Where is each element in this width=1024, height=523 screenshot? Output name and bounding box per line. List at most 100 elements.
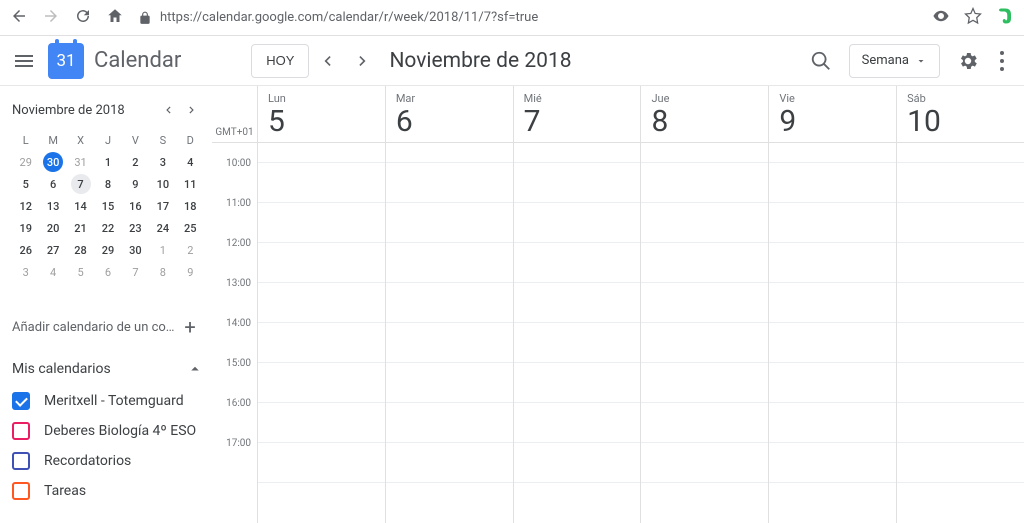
mini-calendar-title: Noviembre de 2018 bbox=[12, 103, 156, 118]
calendar-checkbox[interactable] bbox=[12, 422, 30, 440]
calendar-checkbox[interactable] bbox=[12, 482, 30, 500]
mini-day[interactable]: 9 bbox=[122, 173, 149, 195]
day-column[interactable] bbox=[514, 143, 642, 523]
calendar-checkbox[interactable] bbox=[12, 392, 30, 410]
mini-day[interactable]: 1 bbox=[149, 239, 176, 261]
day-header[interactable]: Mié7 bbox=[514, 86, 642, 142]
calendar-item[interactable]: Tareas bbox=[12, 476, 204, 506]
mini-day[interactable]: 6 bbox=[94, 261, 121, 283]
add-calendar-label: Añadir calendario de un co… bbox=[12, 320, 176, 335]
app-title: Calendar bbox=[94, 48, 181, 73]
mini-day[interactable]: 16 bbox=[122, 195, 149, 217]
mini-day[interactable]: 11 bbox=[177, 173, 204, 195]
mini-day[interactable]: 2 bbox=[122, 151, 149, 173]
mini-day[interactable]: 27 bbox=[39, 239, 66, 261]
mini-day[interactable]: 2 bbox=[177, 239, 204, 261]
week-grid[interactable]: 10:0011:0012:0013:0014:0015:0016:0017:00 bbox=[212, 143, 1024, 523]
mini-day[interactable]: 14 bbox=[67, 195, 94, 217]
day-header[interactable]: Mar6 bbox=[386, 86, 514, 142]
week-view: GMT+01 Lun5Mar6Mié7Jue8Vie9Sáb10 10:0011… bbox=[212, 86, 1024, 523]
mini-day[interactable]: 18 bbox=[177, 195, 204, 217]
day-header[interactable]: Lun5 bbox=[258, 86, 386, 142]
mini-day[interactable]: 29 bbox=[12, 151, 39, 173]
browser-url-bar[interactable]: https://calendar.google.com/calendar/r/w… bbox=[138, 10, 918, 25]
day-column[interactable] bbox=[769, 143, 897, 523]
day-dow: Jue bbox=[651, 92, 768, 105]
mini-day[interactable]: 4 bbox=[39, 261, 66, 283]
mini-day[interactable]: 17 bbox=[149, 195, 176, 217]
today-button[interactable]: HOY bbox=[251, 44, 309, 78]
calendar-label: Tareas bbox=[44, 483, 86, 499]
calendar-checkbox[interactable] bbox=[12, 452, 30, 470]
day-dow: Mar bbox=[396, 92, 513, 105]
mini-day[interactable]: 7 bbox=[67, 173, 94, 195]
mini-day[interactable]: 23 bbox=[122, 217, 149, 239]
day-header[interactable]: Sáb10 bbox=[897, 86, 1024, 142]
mini-day[interactable]: 7 bbox=[122, 261, 149, 283]
mini-day[interactable]: 5 bbox=[67, 261, 94, 283]
mini-next-month[interactable] bbox=[180, 98, 204, 122]
day-column[interactable] bbox=[897, 143, 1024, 523]
mini-day[interactable]: 9 bbox=[177, 261, 204, 283]
more-apps-icon[interactable] bbox=[992, 51, 1012, 71]
day-header[interactable]: Vie9 bbox=[769, 86, 897, 142]
mini-day[interactable]: 31 bbox=[67, 151, 94, 173]
mini-day[interactable]: 6 bbox=[39, 173, 66, 195]
view-selector[interactable]: Semana bbox=[849, 44, 940, 78]
mini-day[interactable]: 15 bbox=[94, 195, 121, 217]
day-column[interactable] bbox=[386, 143, 514, 523]
my-calendars-header[interactable]: Mis calendarios bbox=[12, 360, 204, 378]
browser-url-text: https://calendar.google.com/calendar/r/w… bbox=[160, 10, 538, 25]
browser-reload-icon[interactable] bbox=[74, 7, 92, 29]
add-calendar-plus-icon[interactable]: + bbox=[176, 313, 204, 341]
chevron-up-icon bbox=[186, 360, 204, 378]
next-week-button[interactable] bbox=[345, 43, 381, 79]
calendar-item[interactable]: Recordatorios bbox=[12, 446, 204, 476]
prev-week-button[interactable] bbox=[309, 43, 345, 79]
search-button[interactable] bbox=[803, 43, 839, 79]
mini-day[interactable]: 1 bbox=[94, 151, 121, 173]
mini-day[interactable]: 8 bbox=[149, 261, 176, 283]
mini-day[interactable]: 29 bbox=[94, 239, 121, 261]
mini-day[interactable]: 30 bbox=[122, 239, 149, 261]
mini-day[interactable]: 3 bbox=[12, 261, 39, 283]
browser-back-icon[interactable] bbox=[10, 7, 28, 29]
mini-day[interactable]: 19 bbox=[12, 217, 39, 239]
mini-day[interactable]: 13 bbox=[39, 195, 66, 217]
mini-day[interactable]: 25 bbox=[177, 217, 204, 239]
browser-home-icon[interactable] bbox=[106, 7, 124, 29]
calendar-item[interactable]: Meritxell - Totemguard bbox=[12, 386, 204, 416]
day-column[interactable] bbox=[258, 143, 386, 523]
mini-prev-month[interactable] bbox=[156, 98, 180, 122]
mini-day[interactable]: 22 bbox=[94, 217, 121, 239]
eye-icon[interactable] bbox=[932, 7, 950, 29]
day-number: 10 bbox=[907, 105, 1024, 138]
settings-button[interactable] bbox=[950, 43, 986, 79]
hamburger-menu-icon[interactable] bbox=[12, 49, 36, 73]
day-dow: Vie bbox=[779, 92, 896, 105]
evernote-icon[interactable] bbox=[996, 7, 1014, 29]
week-day-headers: GMT+01 Lun5Mar6Mié7Jue8Vie9Sáb10 bbox=[212, 86, 1024, 143]
mini-day[interactable]: 21 bbox=[67, 217, 94, 239]
mini-day[interactable]: 4 bbox=[177, 151, 204, 173]
mini-day[interactable]: 24 bbox=[149, 217, 176, 239]
add-calendar-row[interactable]: Añadir calendario de un co… + bbox=[12, 313, 204, 342]
mini-day[interactable]: 5 bbox=[12, 173, 39, 195]
mini-dow: V bbox=[122, 130, 149, 151]
day-number: 6 bbox=[396, 105, 513, 138]
mini-day[interactable]: 3 bbox=[149, 151, 176, 173]
mini-day[interactable]: 30 bbox=[39, 151, 66, 173]
browser-chrome-bar: https://calendar.google.com/calendar/r/w… bbox=[0, 0, 1024, 36]
mini-dow: L bbox=[12, 130, 39, 151]
mini-day[interactable]: 10 bbox=[149, 173, 176, 195]
mini-day[interactable]: 26 bbox=[12, 239, 39, 261]
day-column[interactable] bbox=[641, 143, 769, 523]
mini-day[interactable]: 20 bbox=[39, 217, 66, 239]
day-number: 7 bbox=[524, 105, 641, 138]
day-header[interactable]: Jue8 bbox=[641, 86, 769, 142]
mini-day[interactable]: 8 bbox=[94, 173, 121, 195]
calendar-item[interactable]: Deberes Biología 4º ESO bbox=[12, 416, 204, 446]
mini-day[interactable]: 12 bbox=[12, 195, 39, 217]
star-icon[interactable] bbox=[964, 7, 982, 29]
mini-day[interactable]: 28 bbox=[67, 239, 94, 261]
